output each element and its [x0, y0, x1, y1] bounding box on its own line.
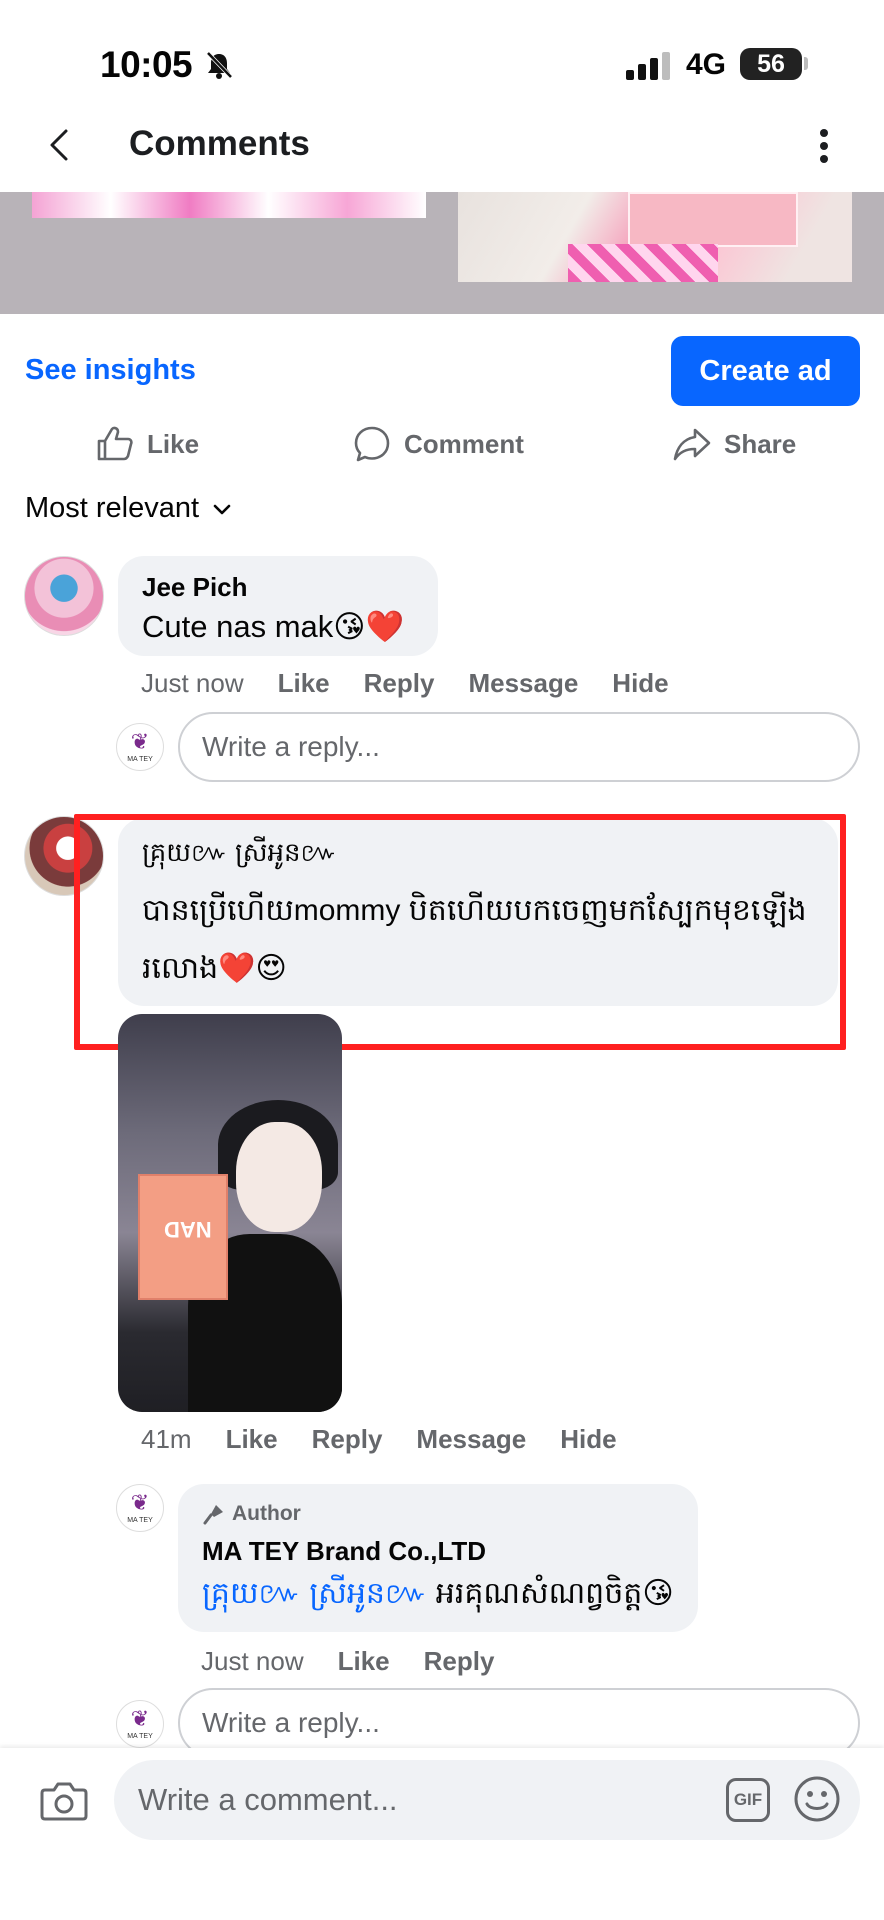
author-badge-label: Author: [232, 1502, 301, 1525]
gif-icon[interactable]: GIF: [726, 1778, 770, 1822]
comment-reply-action[interactable]: Reply: [312, 1424, 383, 1455]
like-label: Like: [147, 428, 200, 459]
reply-author[interactable]: MA TEY Brand Co.,LTD: [202, 1536, 486, 1567]
comment-bubble[interactable]: Jee Pich Cute nas mak😘❤️: [118, 556, 438, 656]
post-photo-left[interactable]: [32, 192, 426, 218]
comment-text: Cute nas mak😘❤️: [142, 609, 405, 644]
back-arrow-icon[interactable]: [44, 128, 74, 162]
chevron-down-icon: [213, 504, 231, 514]
thumbs-up-icon: [97, 426, 133, 461]
network-type: 4G: [686, 48, 727, 81]
reply-bubble[interactable]: Author MA TEY Brand Co.,LTD គ្រុយ៚ ស្រីអ…: [178, 1484, 698, 1632]
post-photo-right[interactable]: [458, 192, 852, 282]
microphone-icon: [203, 1505, 223, 1525]
page-title: Comments: [129, 124, 310, 163]
comment-label: Comment: [404, 428, 524, 459]
brand-logo-icon: ❦: [130, 1490, 150, 1515]
brand-avatar: ❦ MA TEY: [116, 723, 164, 771]
photo-face-mask: [236, 1122, 322, 1232]
product-box-image: [628, 192, 798, 247]
comment-photo[interactable]: NAD: [118, 1014, 342, 1412]
comment-like-action[interactable]: Like: [226, 1424, 278, 1455]
comment-bubble-icon: [354, 426, 390, 462]
author-badge: Author: [202, 1502, 301, 1526]
comment-button[interactable]: Comment: [352, 422, 524, 466]
comment-time: Just now: [141, 668, 244, 698]
brand-logo-text: MA TEY: [127, 1733, 153, 1740]
share-button[interactable]: Share: [672, 422, 796, 466]
camera-icon[interactable]: [40, 1778, 88, 1822]
brand-avatar[interactable]: ❦ MA TEY: [116, 1484, 164, 1532]
battery-indicator: 56: [740, 48, 802, 80]
comment-reply-action[interactable]: Reply: [364, 668, 435, 699]
more-options-icon[interactable]: [812, 126, 836, 166]
comment-message-action[interactable]: Message: [468, 668, 578, 699]
reply-meta: Just now Like Reply: [201, 1646, 494, 1677]
reply-like-action[interactable]: Like: [338, 1646, 390, 1677]
comment-hide-action[interactable]: Hide: [612, 668, 668, 699]
comment-message-action[interactable]: Message: [416, 1424, 526, 1455]
brand-logo-text: MA TEY: [127, 1517, 153, 1524]
brand-logo-text: MA TEY: [127, 756, 153, 763]
reply-input[interactable]: Write a reply...: [178, 712, 860, 782]
comment-meta: Just now Like Reply Message Hide: [141, 668, 669, 699]
bell-muted-icon: [206, 51, 233, 79]
emoji-icon[interactable]: [792, 1774, 842, 1824]
comment-author[interactable]: Jee Pich: [142, 572, 248, 603]
mention-tag[interactable]: គ្រុយ៚ ស្រីអូន៚: [202, 1577, 427, 1610]
sort-label: Most relevant: [25, 492, 200, 524]
like-button[interactable]: Like: [95, 422, 199, 466]
share-label: Share: [724, 428, 797, 459]
comment-hide-action[interactable]: Hide: [560, 1424, 616, 1455]
product-label: NAD: [164, 1217, 212, 1242]
reply-time: Just now: [201, 1646, 304, 1676]
comment-like-action[interactable]: Like: [278, 668, 330, 699]
brand-logo-icon: ❦: [130, 729, 150, 754]
pink-skirt-image: [568, 244, 718, 282]
create-ad-button[interactable]: Create ad: [671, 336, 860, 406]
comment-time: 41m: [141, 1424, 192, 1454]
sort-dropdown[interactable]: Most relevant: [25, 492, 233, 525]
brand-logo-icon: ❦: [130, 1706, 150, 1731]
see-insights-link[interactable]: See insights: [25, 354, 196, 387]
brand-avatar: ❦ MA TEY: [116, 1700, 164, 1748]
comment-meta: 41m Like Reply Message Hide: [141, 1424, 617, 1455]
photo-product-box: NAD: [138, 1174, 228, 1300]
avatar[interactable]: [24, 556, 104, 636]
battery-tip: [804, 57, 808, 70]
reply-text: គ្រុយ៚ ស្រីអូន៚ អរគុណសំណព្វចិត្ត😘: [202, 1574, 674, 1618]
share-arrow-icon: [673, 428, 711, 461]
status-time: 10:05: [100, 44, 193, 85]
reply-reply-action[interactable]: Reply: [424, 1646, 495, 1677]
reply-message: អរគុណសំណព្វចិត្ត😘: [427, 1577, 674, 1610]
signal-icon: [626, 52, 670, 80]
